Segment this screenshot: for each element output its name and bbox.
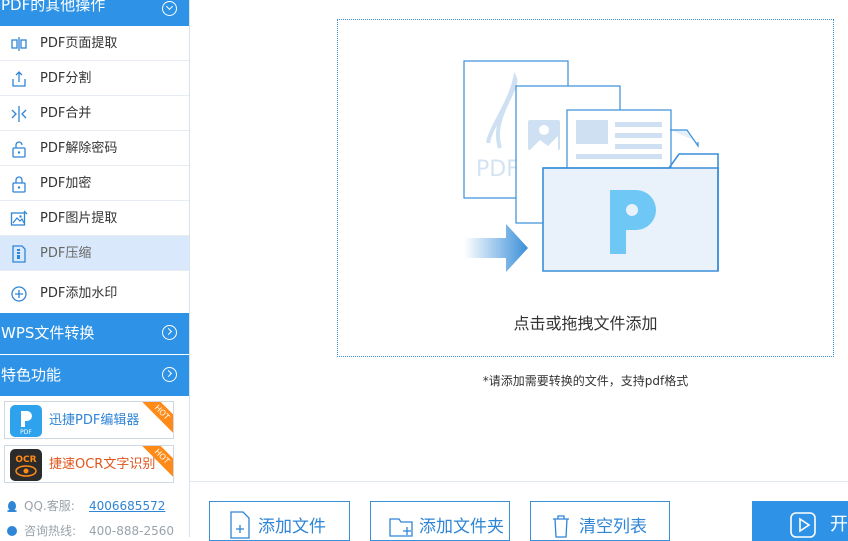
sidebar-item-remove-password[interactable]: PDF解除密码 <box>0 131 189 166</box>
add-folder-button[interactable]: 添加文件夹 <box>370 501 510 541</box>
start-button[interactable]: 开 <box>752 501 848 541</box>
promo-label: 迅捷PDF编辑器 <box>49 413 140 428</box>
sidebar-item-split[interactable]: PDF分割 <box>0 61 189 96</box>
sidebar-item-image-extract[interactable]: PDF图片提取 <box>0 201 189 236</box>
pdf-editor-logo-icon: PDF <box>10 405 42 437</box>
add-file-label: 添加文件 <box>258 517 326 537</box>
promo-label: 捷速OCR文字识别 <box>49 457 156 472</box>
merge-icon <box>11 106 27 122</box>
contact-hotline-number: 400-888-2560 <box>89 524 175 538</box>
section-special-title: 特色功能 <box>1 366 62 384</box>
play-icon <box>790 512 816 538</box>
section-wps-title: WPS文件转换 <box>1 324 95 342</box>
clear-list-button[interactable]: 清空列表 <box>530 501 670 541</box>
promo-pdf-editor[interactable]: PDF 迅捷PDF编辑器 HOT <box>4 401 174 439</box>
headset-icon <box>7 526 17 536</box>
sidebar-item-merge[interactable]: PDF合并 <box>0 96 189 131</box>
add-files-illustration-icon: PDF <box>463 60 719 272</box>
sidebar-item-label: PDF图片提取 <box>40 211 118 226</box>
add-folder-label: 添加文件夹 <box>419 517 504 537</box>
section-pdf-other-title: PDF的其他操作 <box>1 0 106 14</box>
add-file-icon <box>230 511 250 539</box>
qq-penguin-icon <box>7 501 17 512</box>
sidebar-item-label: PDF解除密码 <box>40 141 118 156</box>
compress-icon <box>12 245 26 263</box>
contact-hotline-label: 咨询热线: <box>24 524 77 538</box>
section-special[interactable]: 特色功能 <box>0 355 189 396</box>
sidebar-item-label: PDF分割 <box>40 71 92 86</box>
promo-ocr[interactable]: OCR 捷速OCR文字识别 HOT <box>4 445 174 483</box>
chevron-down-icon <box>162 1 177 16</box>
image-extract-icon <box>10 210 28 226</box>
section-wps-convert[interactable]: WPS文件转换 <box>0 313 189 354</box>
trash-icon <box>553 515 569 538</box>
clear-list-label: 清空列表 <box>579 517 647 537</box>
main-panel: PDF 点击或拖拽文件添加 *请添加需要转换的文件，支持pdf格式 添加文件 添… <box>190 0 848 541</box>
sidebar-item-page-extract[interactable]: PDF页面提取 <box>0 26 189 61</box>
sidebar-item-label: PDF加密 <box>40 176 92 191</box>
svg-text:PDF: PDF <box>476 157 519 182</box>
chevron-right-icon <box>162 367 177 382</box>
sidebar-item-watermark[interactable]: PDF添加水印 <box>0 276 189 311</box>
svg-text:PDF: PDF <box>20 429 32 436</box>
ocr-logo-icon: OCR <box>10 449 42 481</box>
hot-badge: HOT <box>139 402 173 435</box>
sidebar-item-label: PDF合并 <box>40 106 92 121</box>
start-label: 开 <box>830 514 848 535</box>
format-hint: *请添加需要转换的文件，支持pdf格式 <box>482 374 689 388</box>
chevron-right-icon <box>162 325 177 340</box>
lock-icon <box>12 176 26 193</box>
add-watermark-icon <box>11 286 27 302</box>
sidebar-item-label: PDF页面提取 <box>40 36 118 51</box>
split-icon <box>12 71 26 87</box>
add-folder-icon <box>389 518 413 537</box>
svg-text:OCR: OCR <box>15 455 36 465</box>
sidebar-item-label: PDF压缩 <box>40 246 92 261</box>
contact-qq-number[interactable]: 4006685572 <box>89 497 165 515</box>
add-file-button[interactable]: 添加文件 <box>209 501 350 541</box>
sidebar-item-compress[interactable]: PDF压缩 <box>0 236 189 271</box>
sidebar: PDF的其他操作 PDF页面提取 PDF分割 PDF合并 PDF解除密码 PDF… <box>0 0 190 538</box>
unlock-icon <box>12 141 26 158</box>
page-extract-icon <box>11 37 27 51</box>
drop-instruction: 点击或拖拽文件添加 <box>513 314 658 333</box>
section-pdf-other[interactable]: PDF的其他操作 <box>0 0 189 26</box>
contact-qq-label: QQ.客服: <box>24 499 75 513</box>
sidebar-item-label: PDF添加水印 <box>40 286 118 301</box>
sidebar-item-encrypt[interactable]: PDF加密 <box>0 166 189 201</box>
file-drop-zone[interactable]: PDF 点击或拖拽文件添加 <box>337 19 834 357</box>
divider <box>190 481 848 482</box>
